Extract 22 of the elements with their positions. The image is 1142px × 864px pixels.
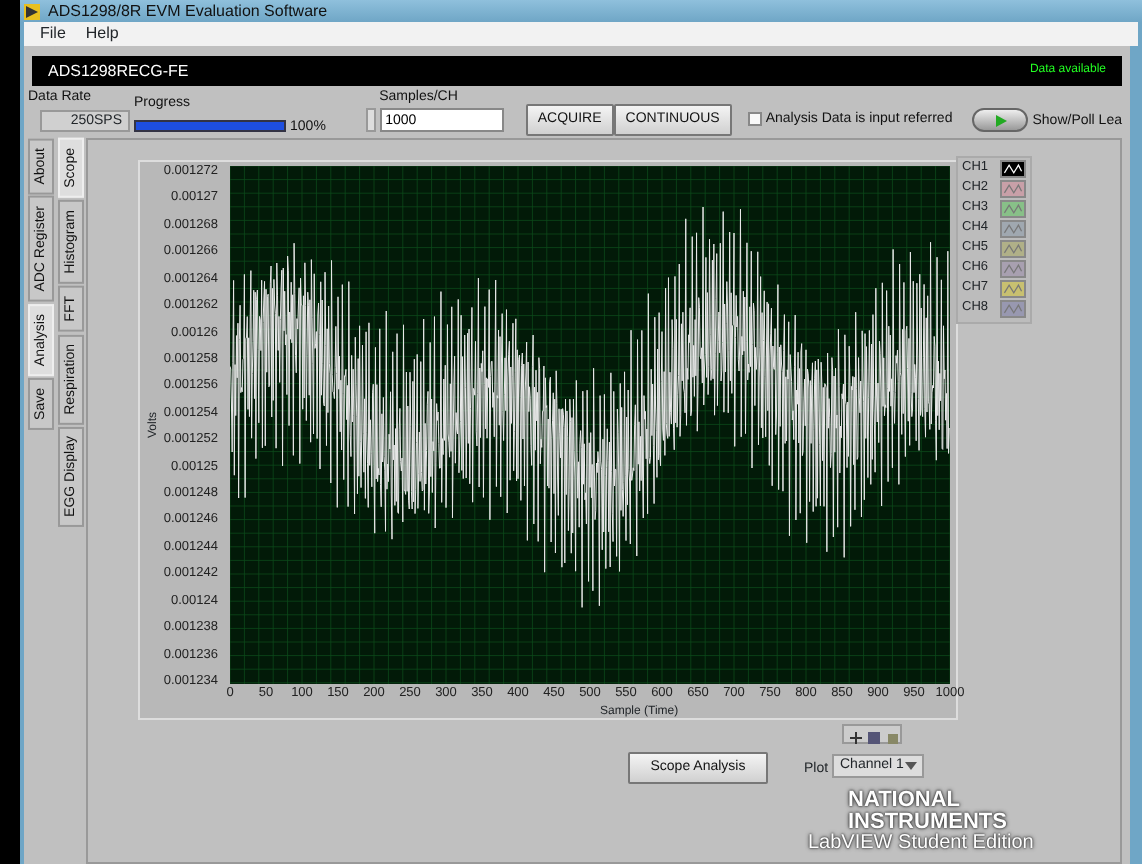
checkbox[interactable] — [747, 112, 762, 126]
legend-swatch[interactable] — [1000, 240, 1026, 258]
legend-swatch[interactable] — [1000, 220, 1026, 238]
legend-swatch[interactable] — [1000, 160, 1026, 178]
menu-item[interactable]: File — [40, 26, 66, 42]
menu-item[interactable]: Help — [85, 26, 119, 42]
toggle-switch[interactable] — [972, 108, 1029, 132]
legend-swatch[interactable] — [1000, 260, 1026, 278]
legend-swatch[interactable] — [1000, 300, 1026, 318]
app-icon — [24, 3, 40, 19]
brand-logo-text: NATIONAL — [848, 790, 963, 812]
play-icon — [993, 113, 1008, 127]
legend-swatch[interactable] — [1000, 180, 1026, 198]
legend-swatch[interactable] — [1000, 200, 1026, 218]
spin-button[interactable] — [365, 108, 376, 132]
legend-swatch[interactable] — [1000, 280, 1026, 298]
graph-palette[interactable] — [842, 724, 902, 744]
device-name: ADS1298RECG-FE — [48, 59, 189, 83]
window-title: ADS1298/8R EVM Evaluation Software — [48, 3, 328, 19]
caret-icon — [904, 760, 918, 772]
edition-text: LabVIEW Student Edition — [808, 834, 1034, 854]
brand-logo-text: INSTRUMENTS — [848, 812, 1007, 834]
